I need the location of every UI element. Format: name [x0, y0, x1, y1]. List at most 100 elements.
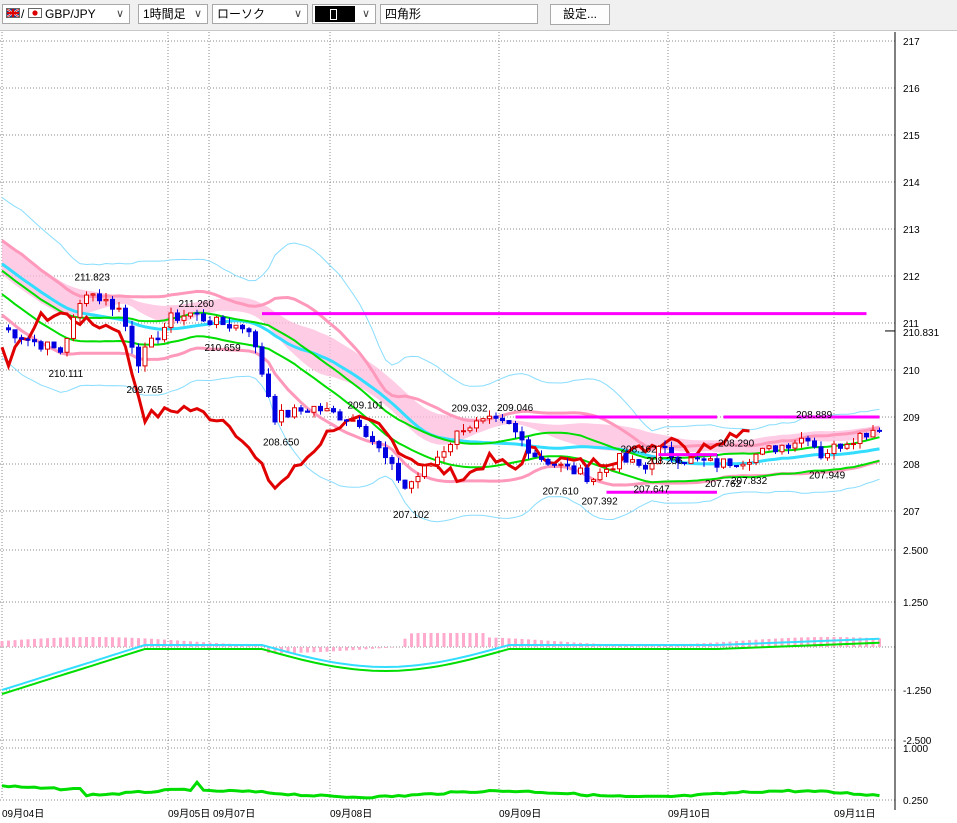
candle-body-62 [402, 479, 408, 489]
candle-body-41 [266, 373, 271, 397]
price-tick-4: 213 [903, 225, 920, 236]
candle-body-50 [324, 408, 330, 412]
candle-body-24 [155, 337, 161, 341]
candle-body-29 [188, 312, 193, 317]
candle-body-81 [526, 439, 531, 454]
candle-body-79 [513, 422, 518, 433]
price-label-7: 207.102 [393, 510, 430, 521]
price-tick-10: 207 [903, 507, 920, 518]
candle-body-88 [571, 465, 577, 475]
macd-hist-65 [423, 633, 426, 647]
candle-body-68 [441, 451, 447, 458]
candle-body-47 [305, 410, 310, 413]
macd-hist-69 [449, 633, 452, 647]
macd-hist-9 [59, 637, 62, 647]
indicator-panels [0, 633, 881, 800]
candle-body-13 [84, 294, 89, 305]
candle-body-119 [773, 445, 778, 453]
candle-body-21 [136, 346, 141, 367]
macd-hist-68 [442, 633, 446, 647]
macd-hist-51 [332, 647, 335, 652]
candle-body-36 [233, 324, 239, 329]
macd-hist-0 [0, 641, 4, 647]
candle-body-58 [376, 441, 382, 449]
candle-body-63 [409, 481, 414, 489]
macd-hist-27 [176, 640, 179, 647]
candle-body-116 [753, 453, 759, 464]
price-label-5: 208.650 [263, 437, 300, 448]
candle-body-125 [812, 440, 817, 448]
candle-body-123 [799, 437, 804, 444]
candle-body-16 [103, 298, 109, 302]
candle-body-38 [246, 328, 252, 333]
candle-body-76 [493, 415, 499, 419]
chart-style-select[interactable]: ローソク ∨ [212, 4, 308, 24]
macd-hist-73 [475, 633, 478, 647]
candle-body-121 [786, 444, 791, 449]
candle-body-94 [610, 468, 616, 471]
candle-body-114 [740, 463, 746, 467]
price-tick-2: 215 [903, 131, 920, 142]
macd-hist-48 [312, 647, 316, 653]
candle-body-82 [532, 452, 538, 458]
rsi-tick-0: 1.000 [903, 744, 928, 755]
candle-body-87 [565, 463, 570, 467]
timeframe-select[interactable]: 1時間足 ∨ [138, 4, 208, 24]
candle-body-40 [259, 346, 265, 375]
macd-hist-20 [130, 637, 134, 647]
macd-hist-63 [410, 633, 413, 647]
candle-body-84 [545, 458, 551, 465]
candle-body-90 [584, 467, 590, 483]
candle-body-118 [766, 445, 772, 449]
candle-body-56 [363, 426, 369, 437]
candle-body-44 [285, 409, 291, 418]
candle-body-73 [474, 420, 479, 429]
macd-hist-13 [85, 637, 88, 647]
price-tick-7: 210 [903, 366, 920, 377]
candle-body-57 [370, 435, 375, 443]
candle-body-135 [877, 429, 882, 432]
candle-body-10 [64, 337, 70, 353]
japan-flag-icon [28, 8, 42, 18]
date-tick-4: 09月09日 [499, 808, 541, 820]
pair-select[interactable]: / GBP/JPY ∨ [2, 4, 130, 24]
macd-hist-1 [7, 640, 10, 647]
candle-body-80 [519, 431, 525, 441]
candle-body-91 [591, 479, 596, 483]
price-label-9: 209.046 [497, 403, 534, 414]
date-tick-6: 09月11日 [834, 808, 876, 820]
macd-signal-line [1, 641, 880, 695]
candle-body-93 [604, 468, 609, 473]
candle-body-23 [149, 337, 154, 348]
candle-body-12 [77, 303, 83, 318]
settings-button[interactable]: 設定... [550, 4, 610, 25]
candle-body-95 [617, 453, 622, 470]
price-tick-8: 209 [903, 413, 920, 424]
macd-tick-0: 2.500 [903, 546, 928, 557]
price-label-16: 208.290 [718, 438, 755, 449]
macd-hist-3 [20, 639, 23, 647]
candle-body-102 [662, 445, 668, 449]
candle-body-66 [428, 464, 434, 467]
drawing-tool-select[interactable]: ∨ [312, 4, 376, 24]
candle-body-85 [552, 463, 557, 466]
candle-body-92 [597, 471, 603, 481]
candle-body-111 [721, 458, 726, 468]
candle-body-31 [201, 313, 206, 322]
price-tick-0: 217 [903, 37, 920, 48]
candle-body-1 [6, 327, 11, 331]
candle-body-54 [350, 419, 356, 422]
candle-body-45 [292, 407, 297, 418]
macd-hist-55 [358, 647, 361, 650]
candle-body-86 [558, 463, 564, 466]
macd-hist-4 [26, 639, 30, 647]
candle-body-42 [272, 395, 278, 423]
candle-body-120 [779, 444, 785, 453]
chevron-down-icon: ∨ [115, 8, 125, 20]
candle-body-60 [389, 457, 395, 464]
price-label-1: 211.260 [179, 299, 215, 310]
candle-body-49 [318, 405, 323, 412]
macd-line [1, 637, 880, 691]
candle-body-107 [695, 457, 700, 460]
candle-body-17 [110, 298, 115, 310]
